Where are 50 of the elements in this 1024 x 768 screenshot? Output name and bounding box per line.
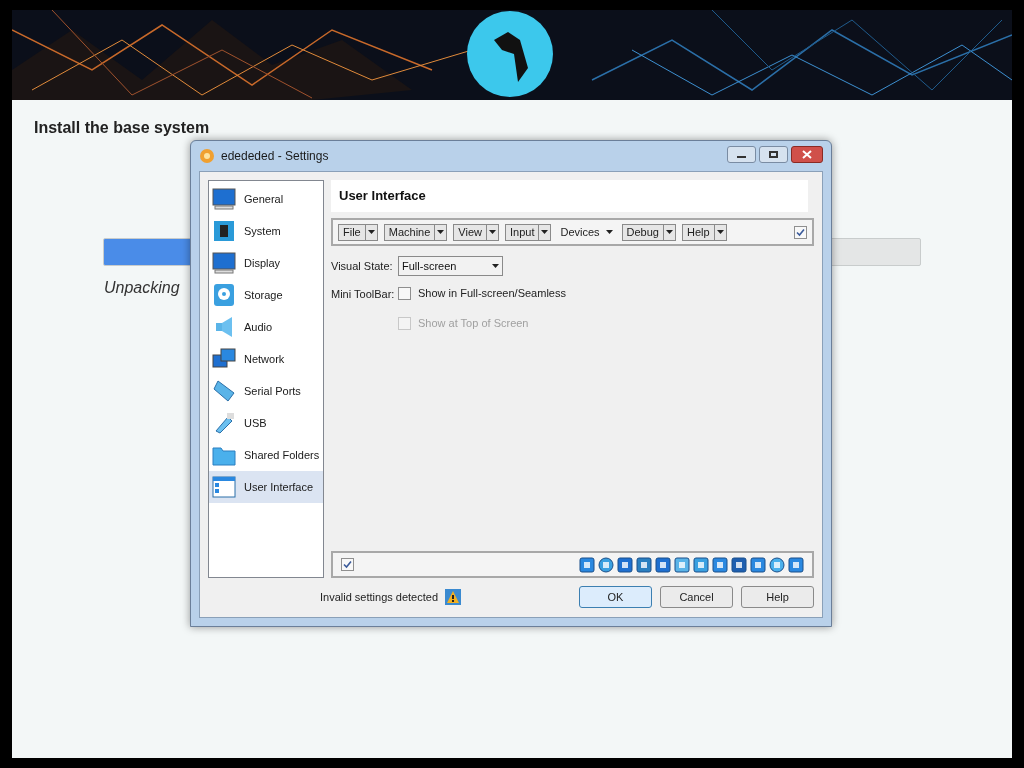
dialog-button[interactable]: Help bbox=[741, 586, 814, 608]
caret-icon bbox=[437, 230, 445, 234]
menu-toggle[interactable]: Input bbox=[504, 223, 540, 241]
checkbox[interactable] bbox=[794, 225, 807, 239]
logo-icon bbox=[466, 10, 554, 98]
sidebar-item[interactable]: System bbox=[209, 215, 323, 247]
sidebar-item[interactable]: Display bbox=[209, 247, 323, 279]
checkbox[interactable] bbox=[398, 286, 411, 300]
caret-icon bbox=[367, 230, 375, 234]
menu-toggle[interactable]: Debug bbox=[621, 223, 664, 241]
field-label: Visual State: bbox=[331, 258, 394, 274]
dropdown-toggle[interactable] bbox=[539, 223, 552, 241]
dropdown-toggle[interactable] bbox=[435, 223, 448, 241]
checkbox-label: Show in Full-screen/Seamless bbox=[418, 285, 566, 301]
sidebar-item[interactable]: Serial Ports bbox=[209, 375, 323, 407]
status-text: Unpacking bbox=[104, 278, 180, 298]
caret-icon bbox=[605, 230, 613, 234]
maximize-button[interactable] bbox=[759, 145, 788, 163]
sidebar-item[interactable]: User Interface bbox=[209, 471, 323, 503]
dialog-button[interactable]: Cancel bbox=[660, 586, 733, 608]
caret-icon bbox=[541, 230, 549, 234]
caret-icon bbox=[716, 230, 724, 234]
checkbox[interactable] bbox=[341, 558, 354, 571]
section-heading: Install the base system bbox=[34, 118, 211, 138]
sidebar-item[interactable]: Network bbox=[209, 343, 323, 375]
page-title: User Interface bbox=[339, 187, 426, 206]
sidebar-item[interactable]: Audio bbox=[209, 311, 323, 343]
sidebar-item[interactable]: Storage bbox=[209, 279, 323, 311]
dialog-button[interactable]: OK bbox=[579, 586, 652, 608]
visual-state-dropdown[interactable]: Full-screen bbox=[398, 256, 503, 276]
sidebar-item[interactable]: General bbox=[209, 183, 323, 215]
warning-text: Invalid settings detected bbox=[320, 589, 439, 605]
sidebar-item[interactable]: Shared Folders bbox=[209, 439, 323, 471]
caret-icon bbox=[492, 264, 499, 268]
menu-toggle[interactable]: Devices bbox=[560, 223, 600, 241]
caret-icon bbox=[488, 230, 496, 234]
minimize-button[interactable] bbox=[727, 145, 756, 163]
menu-toggle[interactable]: File bbox=[338, 223, 366, 241]
sidebar-item[interactable]: USB bbox=[209, 407, 323, 439]
checkbox-label: Show at Top of Screen bbox=[418, 316, 529, 331]
close-icon bbox=[802, 149, 812, 159]
menu-toggle[interactable]: Machine bbox=[383, 223, 436, 241]
field-label: Mini ToolBar: bbox=[331, 288, 395, 300]
connector-icon bbox=[212, 379, 236, 403]
menu-toggle[interactable]: View bbox=[453, 223, 487, 241]
caret-icon bbox=[666, 230, 673, 234]
menu-toggle[interactable]: Help bbox=[682, 223, 715, 241]
close-button[interactable] bbox=[791, 145, 823, 163]
warning-icon[interactable] bbox=[445, 589, 462, 605]
window-title: edededed - Settings bbox=[221, 148, 329, 165]
